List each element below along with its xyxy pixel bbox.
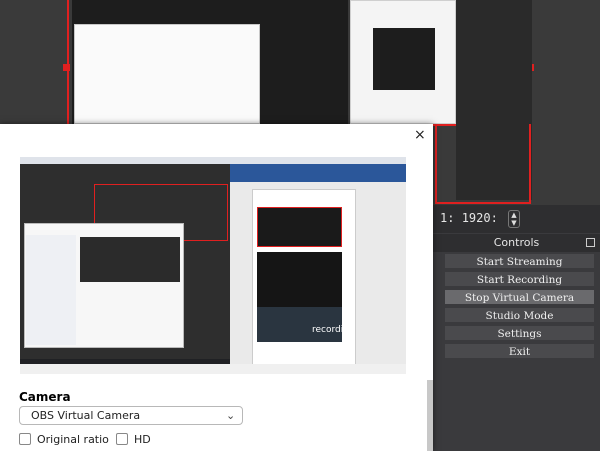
resolution-prefix: 1: <box>440 211 455 225</box>
preview-settings-sidebar <box>26 235 76 345</box>
start-recording-button[interactable]: Start Recording <box>444 271 595 287</box>
preview-doc-image-2 <box>257 252 342 307</box>
resize-handle-left[interactable] <box>63 64 70 71</box>
camera-preview: recording <box>20 157 406 374</box>
preview-windows-taskbar <box>20 364 406 374</box>
original-ratio-checkbox[interactable] <box>19 433 31 445</box>
camera-select-value: OBS Virtual Camera <box>31 409 141 422</box>
resolution-readout: 1: 1920: <box>440 211 498 225</box>
exit-button[interactable]: Exit <box>444 343 595 359</box>
settings-button[interactable]: Settings <box>444 325 595 341</box>
camera-label: Camera <box>19 390 71 404</box>
controls-title: Controls <box>433 234 600 252</box>
preview-word-ribbon <box>230 164 406 182</box>
original-ratio-label: Original ratio <box>37 433 109 446</box>
chevron-down-icon[interactable]: ⌄ <box>226 406 235 425</box>
preview-recording-word: recording <box>312 325 355 335</box>
stop-virtual-camera-button[interactable]: Stop Virtual Camera <box>444 289 595 305</box>
studio-mode-button[interactable]: Studio Mode <box>444 307 595 323</box>
preview-doc-image-1 <box>257 207 342 247</box>
preview-inner-window <box>80 237 180 282</box>
resolution-value: 1920: <box>461 211 498 225</box>
stepper-icon[interactable]: ▲ ▼ <box>508 210 520 228</box>
nested-settings-window <box>74 24 260 124</box>
dock-float-icon[interactable] <box>586 238 595 247</box>
hd-checkbox[interactable] <box>116 433 128 445</box>
hd-label: HD <box>134 433 151 446</box>
nested-document-image <box>373 28 435 90</box>
dialog-scrollbar[interactable] <box>427 380 433 451</box>
start-streaming-button[interactable]: Start Streaming <box>444 253 595 269</box>
close-icon[interactable]: × <box>414 127 426 143</box>
source-bounding-box-lower <box>435 124 531 204</box>
preview-taskbar <box>20 157 406 164</box>
